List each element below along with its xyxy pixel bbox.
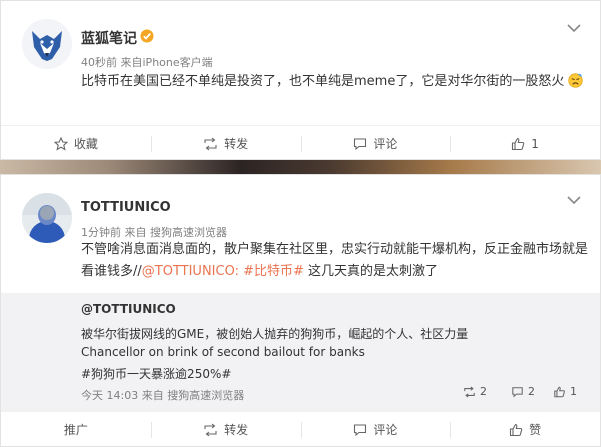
avatar[interactable]	[22, 19, 72, 69]
post-text: 不管啥消息面消息面的，散户聚集在社区里，忠实行动就能干爆机构，反正金融市场就是看…	[81, 239, 596, 283]
repost-client[interactable]: 搜狗高速浏览器	[167, 389, 244, 402]
repost-icon	[204, 137, 217, 150]
collect-label: 收藏	[73, 137, 98, 151]
repost-label: 转发	[224, 423, 249, 437]
thumbs-up-icon	[512, 137, 525, 150]
action-bar: 推广 转发 评论 赞	[1, 411, 600, 447]
repost-like-button[interactable]: 1	[553, 385, 577, 398]
chevron-down-icon[interactable]	[567, 195, 581, 205]
action-bar: 收藏 转发 评论 1	[1, 125, 600, 161]
post-text-tail: 这几天真的是太刺激了	[303, 264, 439, 279]
chevron-down-icon[interactable]	[567, 23, 581, 33]
post-time[interactable]: 40秒前	[81, 56, 117, 69]
via-label: 来自	[124, 226, 147, 239]
repost-label: 转发	[224, 137, 249, 151]
thumbs-up-icon	[554, 386, 565, 397]
post-meta: 40秒前 来自iPhone客户端	[81, 54, 213, 70]
via-label: 来自	[120, 56, 143, 69]
comment-icon	[354, 423, 367, 436]
weibo-card-2: TOTTIUNICO 1分钟前 来自 搜狗高速浏览器 不管啥消息面消息面的，散户…	[0, 174, 601, 447]
reposted-content: @TOTTIUNICO 被华尔街拔网线的GME，被创始人抛弃的狗狗币，崛起的个人…	[1, 293, 600, 412]
repost-text-line1: 被华尔街拔网线的GME，被创始人抛弃的狗狗币，崛起的个人、社区力量	[81, 327, 469, 341]
repost-via: 来自	[141, 389, 164, 402]
comment-label: 评论	[373, 137, 398, 151]
promote-label: 推广	[63, 423, 88, 437]
author-name[interactable]: 蓝狐笔记	[81, 28, 137, 48]
post-text: 比特币在美国已经不单纯是投资了，也不单纯是meme了，它是对华尔街的一股怒火	[81, 71, 596, 93]
hashtag-link[interactable]: #比特币#	[243, 264, 304, 279]
comment-label: 评论	[373, 423, 398, 437]
repost-button[interactable]: 转发	[150, 126, 301, 161]
like-button[interactable]: 1	[450, 126, 600, 161]
mention-link[interactable]: @TOTTIUNICO:	[142, 264, 239, 279]
author-name[interactable]: TOTTIUNICO	[81, 200, 171, 215]
promote-button[interactable]: 推广	[1, 412, 151, 447]
comment-count: 2	[528, 385, 535, 398]
repost-comment-button[interactable]: 2	[511, 385, 535, 398]
post-time[interactable]: 1分钟前	[81, 226, 121, 239]
avatar[interactable]	[22, 193, 72, 243]
post-text-content: 比特币在美国已经不单纯是投资了，也不单纯是meme了，它是对华尔街的一股怒火	[81, 74, 565, 89]
like-count: 1	[531, 136, 539, 151]
repost-count: 2	[480, 385, 487, 398]
repost-time[interactable]: 今天 14:03	[81, 389, 138, 402]
star-icon	[53, 136, 68, 151]
client-source[interactable]: iPhone客户端	[143, 56, 213, 69]
repost-meta: 今天 14:03 来自 搜狗高速浏览器	[81, 387, 244, 403]
comment-icon	[512, 386, 523, 397]
comment-button[interactable]: 评论	[300, 126, 451, 161]
weibo-card-1: 蓝狐笔记 40秒前 来自iPhone客户端 比特币在美国已经不单纯是投资了，也不…	[0, 0, 601, 160]
like-label: 赞	[529, 423, 542, 437]
repost-author[interactable]: @TOTTIUNICO	[81, 302, 176, 316]
repost-button[interactable]: 转发	[150, 412, 301, 447]
emoji-angry-icon	[568, 73, 584, 88]
repost-text-line2: Chancellor on brink of second bailout fo…	[81, 345, 365, 359]
verified-icon	[140, 29, 154, 43]
client-source[interactable]: 搜狗高速浏览器	[150, 226, 227, 239]
repost-icon	[464, 385, 475, 398]
post-meta: 1分钟前 来自 搜狗高速浏览器	[81, 224, 227, 240]
repost-icon	[204, 423, 217, 436]
collect-button[interactable]: 收藏	[1, 126, 151, 161]
background-photo-strip	[0, 160, 601, 174]
repost-repost-button[interactable]: 2	[463, 385, 487, 398]
like-button[interactable]: 赞	[450, 412, 600, 447]
thumbs-up-icon	[510, 423, 523, 436]
repost-hashtag[interactable]: #狗狗币一天暴涨逾250%#	[81, 365, 231, 382]
comment-button[interactable]: 评论	[300, 412, 451, 447]
like-count: 1	[570, 385, 577, 398]
comment-icon	[354, 137, 367, 150]
